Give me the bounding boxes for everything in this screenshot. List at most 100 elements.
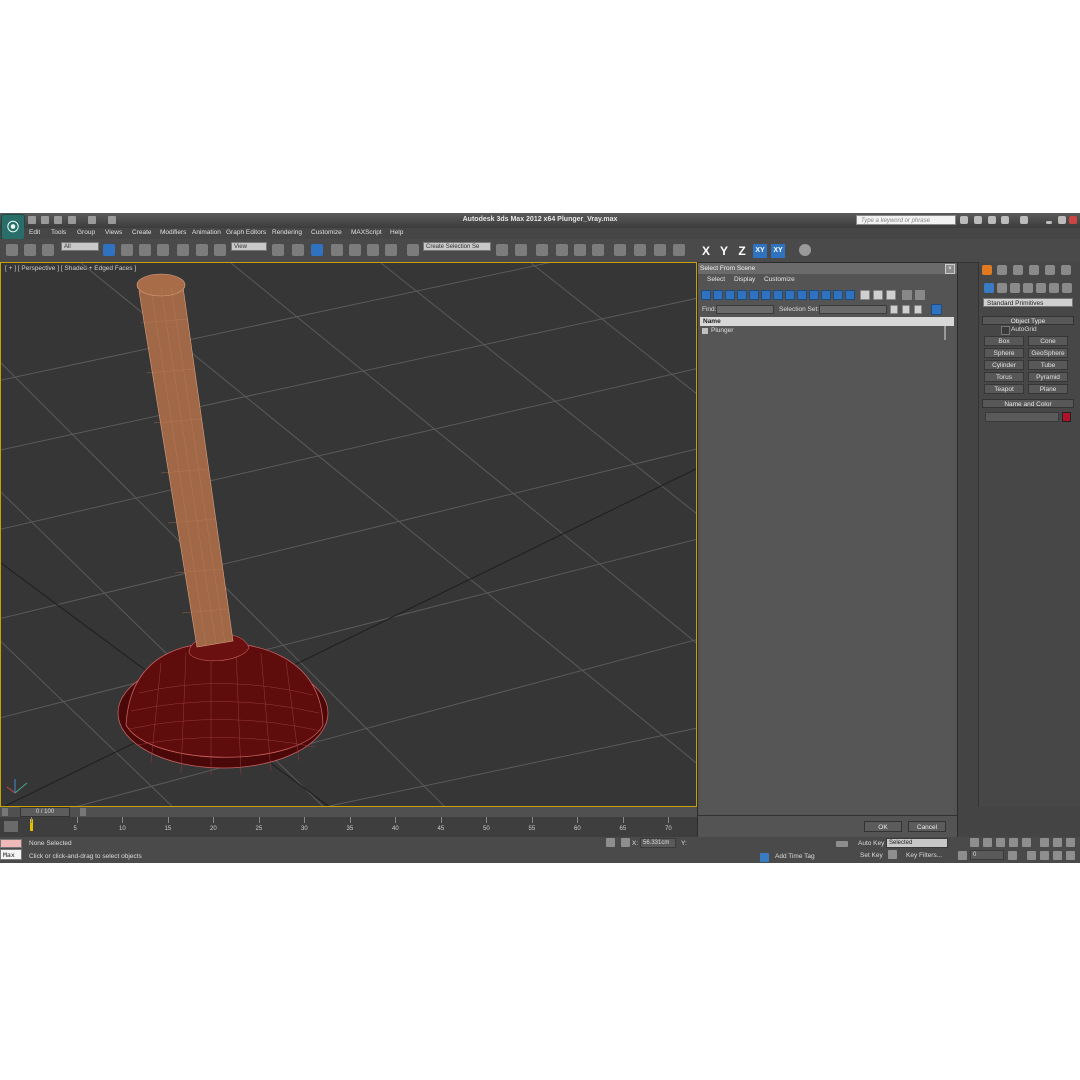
lock-selection-icon[interactable] <box>606 838 615 847</box>
x-coordinate-field[interactable]: 56.331cm <box>640 838 676 848</box>
menu-create[interactable]: Create <box>132 229 152 236</box>
set-key-button[interactable]: Set Key <box>860 852 883 859</box>
display-tab-icon[interactable] <box>1045 265 1055 275</box>
key-mode-toggle-icon[interactable] <box>958 851 967 860</box>
menu-views[interactable]: Views <box>105 229 122 236</box>
display-xrefs-icon[interactable] <box>785 290 795 300</box>
helpers-category-icon[interactable] <box>1036 283 1046 293</box>
list-scrollbar[interactable] <box>944 326 946 340</box>
menu-graph-editors[interactable]: Graph Editors <box>226 229 266 236</box>
display-helpers-icon[interactable] <box>749 290 759 300</box>
display-cameras-icon[interactable] <box>737 290 747 300</box>
menu-edit[interactable]: Edit <box>29 229 40 236</box>
rectangular-selection-icon[interactable] <box>139 244 151 256</box>
unlink-icon[interactable] <box>24 244 36 256</box>
absolute-mode-icon[interactable] <box>621 838 630 847</box>
display-frozen-icon[interactable] <box>821 290 831 300</box>
dialog-menu-customize[interactable]: Customize <box>764 276 795 283</box>
cone-button[interactable]: Cone <box>1028 336 1068 346</box>
schematic-view-icon[interactable] <box>592 244 604 256</box>
hierarchy-tab-icon[interactable] <box>1013 265 1023 275</box>
move-icon[interactable] <box>177 244 189 256</box>
dialog-menu-select[interactable]: Select <box>707 276 725 283</box>
menu-rendering[interactable]: Rendering <box>272 229 302 236</box>
reference-coordinate-dropdown[interactable]: View <box>231 242 267 251</box>
menu-help[interactable]: Help <box>390 229 403 236</box>
axis-y-button[interactable]: Y <box>717 244 731 258</box>
geometry-category-icon[interactable] <box>984 283 994 293</box>
axis-xy-cycle-button[interactable]: XY <box>771 244 785 258</box>
rendered-frame-window-icon[interactable] <box>654 244 666 256</box>
motion-tab-icon[interactable] <box>1029 265 1039 275</box>
menu-modifiers[interactable]: Modifiers <box>160 229 186 236</box>
axis-xy-button[interactable]: XY <box>753 244 767 258</box>
link-icon[interactable] <box>6 244 18 256</box>
object-color-swatch[interactable] <box>1062 412 1071 422</box>
box-button[interactable]: Box <box>984 336 1024 346</box>
add-time-tag-label[interactable]: Add Time Tag <box>775 853 815 860</box>
dialog-menu-display[interactable]: Display <box>734 276 755 283</box>
add-time-tag-icon[interactable] <box>760 853 769 862</box>
maximize-viewport-icon[interactable] <box>1066 851 1075 860</box>
default-in-out-tangents-icon[interactable] <box>888 850 897 859</box>
help-icon[interactable] <box>1020 216 1028 224</box>
menu-maxscript[interactable]: MAXScript <box>351 229 382 236</box>
select-manipulate-icon[interactable] <box>292 244 304 256</box>
axis-x-button[interactable]: X <box>699 244 713 258</box>
key-icon[interactable] <box>836 841 848 847</box>
percent-snap-icon[interactable] <box>367 244 379 256</box>
scale-icon[interactable] <box>214 244 226 256</box>
ok-button[interactable]: OK <box>864 821 902 832</box>
zoom-icon[interactable] <box>1040 838 1049 847</box>
curve-editor-icon[interactable] <box>574 244 586 256</box>
filter-icon[interactable] <box>902 290 912 300</box>
orbit-icon[interactable] <box>1053 851 1062 860</box>
geosphere-button[interactable]: GeoSphere <box>1028 348 1068 358</box>
rotate-icon[interactable] <box>196 244 208 256</box>
current-frame-field[interactable]: 0 <box>970 850 1004 860</box>
plane-button[interactable]: Plane <box>1028 384 1068 394</box>
modify-tab-icon[interactable] <box>997 265 1007 275</box>
snaps-toggle-icon[interactable] <box>331 244 343 256</box>
cancel-button[interactable]: Cancel <box>908 821 946 832</box>
name-and-color-rollout-header[interactable]: Name and Color <box>982 399 1074 408</box>
object-category-dropdown[interactable]: Standard Primitives <box>983 298 1073 307</box>
pan-view-icon[interactable] <box>1040 851 1049 860</box>
display-hidden-icon[interactable] <box>833 290 843 300</box>
object-name-input[interactable] <box>985 412 1059 422</box>
select-all-icon[interactable] <box>860 290 870 300</box>
maxscript-listener-mini[interactable] <box>0 839 22 848</box>
menu-group[interactable]: Group <box>77 229 95 236</box>
favorites-star-icon[interactable] <box>1001 216 1009 224</box>
shapes-category-icon[interactable] <box>997 283 1007 293</box>
list-column-header-name[interactable]: Name <box>700 317 954 326</box>
material-editor-icon[interactable] <box>614 244 626 256</box>
vray-logo-icon[interactable] <box>799 244 811 256</box>
previous-frame-icon[interactable] <box>983 838 992 847</box>
time-slider-thumb[interactable]: 0 / 100 <box>20 807 70 817</box>
edit-named-selection-icon[interactable] <box>407 244 419 256</box>
pyramid-button[interactable]: Pyramid <box>1028 372 1068 382</box>
angle-snap-icon[interactable] <box>349 244 361 256</box>
display-all-icon[interactable] <box>845 290 855 300</box>
menu-tools[interactable]: Tools <box>51 229 66 236</box>
spinner-snap-icon[interactable] <box>385 244 397 256</box>
select-none-icon[interactable] <box>873 290 883 300</box>
teapot-button[interactable]: Teapot <box>984 384 1024 394</box>
align-icon[interactable] <box>515 244 527 256</box>
display-groups-icon[interactable] <box>773 290 783 300</box>
time-slider-prev-icon[interactable] <box>2 808 8 816</box>
utilities-tab-icon[interactable] <box>1061 265 1071 275</box>
menu-customize[interactable]: Customize <box>311 229 342 236</box>
bind-space-warp-icon[interactable] <box>42 244 54 256</box>
next-frame-icon[interactable] <box>1009 838 1018 847</box>
display-geometry-icon[interactable] <box>701 290 711 300</box>
select-object-icon[interactable] <box>103 244 115 256</box>
field-of-view-icon[interactable] <box>1027 851 1036 860</box>
axis-z-button[interactable]: Z <box>735 244 749 258</box>
display-bones-icon[interactable] <box>797 290 807 300</box>
dialog-close-icon[interactable]: × <box>945 264 955 274</box>
time-slider[interactable]: 0 / 100 <box>0 807 697 817</box>
menu-animation[interactable]: Animation <box>192 229 221 236</box>
selection-filter-dropdown[interactable]: All <box>61 242 99 251</box>
